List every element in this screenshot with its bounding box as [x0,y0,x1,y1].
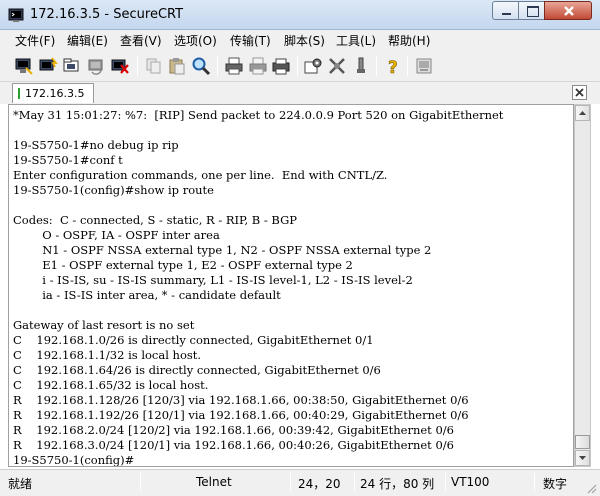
terminal-line: R 192.168.3.0/24 [120/1] via 192.168.1.6… [13,438,454,452]
find-icon[interactable] [191,56,211,76]
status-divider [140,473,141,491]
maximize-button[interactable] [518,1,545,20]
reconnect-icon[interactable] [86,56,106,76]
paste-icon[interactable] [167,56,187,76]
terminal-line: 19-S5750-1(config)#show ip route [13,183,214,197]
toolbar-separator [376,56,377,76]
terminal-line: R 192.168.2.0/24 [120/2] via 192.168.1.6… [13,423,454,437]
terminal-line: N1 - OSPF NSSA external type 1, N2 - OSP… [13,243,432,257]
terminal-line: ia - IS-IS inter area, * - candidate def… [13,288,281,302]
window-title: 172.16.3.5 - SecureCRT [30,7,184,22]
sftp-icon[interactable] [414,56,434,76]
status-divider [354,473,355,491]
session-status-indicator [18,88,20,99]
status-protocol: Telnet [196,475,232,489]
status-divider [290,473,291,491]
close-tab-button[interactable] [572,85,587,100]
status-divider [534,473,535,491]
terminal-line: R 192.168.1.128/26 [120/3] via 192.168.1… [13,393,469,407]
toolbar-separator [137,56,138,76]
connect-tab-icon[interactable] [62,56,82,76]
global-options-icon[interactable] [327,56,347,76]
print-screen-icon[interactable] [271,56,291,76]
terminal-line: C 192.168.1.1/32 is local host. [13,348,202,362]
menu-help[interactable]: 帮助(H) [388,32,430,49]
arrow-down-icon [579,456,586,460]
terminal-output: *May 31 15:01:27: %7: [RIP] Send packet … [13,108,504,467]
scroll-thumb[interactable] [575,435,590,449]
print-setup-icon[interactable] [248,56,268,76]
terminal-line: C 192.168.1.65/32 is local host. [13,378,209,392]
terminal-line: E1 - OSPF external type 1, E2 - OSPF ext… [13,258,353,272]
menu-edit[interactable]: 编辑(E) [67,32,108,49]
session-tab-bar: 172.16.3.5 [0,82,600,104]
terminal-line: i - IS-IS, su - IS-IS summary, L1 - IS-I… [13,273,413,287]
title-bar: 172.16.3.5 - SecureCRT [0,0,600,30]
status-cursor-position: 24，20 [298,477,341,491]
menu-file[interactable]: 文件(F) [15,32,55,49]
terminal-line: 19-S5750-1(config)# [13,453,135,467]
terminal-screen[interactable]: *May 31 15:01:27: %7: [RIP] Send packet … [8,104,574,467]
session-options-icon[interactable] [303,56,323,76]
status-terminal-type: VT100 [451,475,490,489]
quick-connect-icon[interactable] [38,56,58,76]
terminal-line: *May 31 15:01:27: %7: [RIP] Send packet … [13,108,504,122]
vertical-scrollbar[interactable] [574,104,591,467]
toolbar-separator [407,56,408,76]
close-icon [575,88,584,97]
status-bar: 就绪 Telnet 24，20 24 行，80 列 VT100 数字 [0,469,600,496]
securecrt-app-icon [8,8,24,22]
terminal-line: C 192.168.1.64/26 is directly connected,… [13,363,381,377]
scroll-up-button[interactable] [575,105,590,121]
help-icon[interactable]: ? [383,56,403,76]
resize-grip-icon[interactable] [585,482,597,494]
terminal-line: 19-S5750-1#no debug ip rip [13,138,179,152]
terminal-line: Codes: C - connected, S - static, R - RI… [13,213,298,227]
tab-label: 172.16.3.5 [25,87,85,100]
status-num-lock: 数字 [543,477,568,491]
arrow-up-icon [579,111,586,115]
menu-view[interactable]: 查看(V) [120,32,162,49]
terminal-line: R 192.168.1.192/26 [120/1] via 192.168.1… [13,408,469,422]
minimize-button[interactable] [492,1,519,20]
status-divider [445,473,446,491]
tab-session[interactable]: 172.16.3.5 [12,83,94,103]
status-ready: 就绪 [8,477,33,491]
menu-transfer[interactable]: 传输(T) [230,32,271,49]
menu-bar: 文件(F) 编辑(E) 查看(V) 选项(O) 传输(T) 脚本(S) 工具(L… [0,30,600,50]
toolbar-separator [217,56,218,76]
terminal-line: C 192.168.1.0/26 is directly connected, … [13,333,374,347]
menu-options[interactable]: 选项(O) [174,32,217,49]
toolbar: ? [0,50,600,82]
close-button[interactable] [544,1,592,20]
connect-icon[interactable] [14,56,34,76]
terminal-line: 19-S5750-1#conf t [13,153,123,167]
status-terminal-size: 24 行，80 列 [360,477,435,491]
disconnect-icon[interactable] [110,56,130,76]
toolbar-separator [297,56,298,76]
keymap-icon[interactable] [351,56,371,76]
print-icon[interactable] [224,56,244,76]
svg-text:?: ? [388,58,398,76]
copy-icon[interactable] [144,56,164,76]
terminal-line: O - OSPF, IA - OSPF inter area [13,228,220,242]
close-icon [564,6,574,16]
menu-tools[interactable]: 工具(L) [336,32,376,49]
terminal-line: Enter configuration commands, one per li… [13,168,388,182]
scroll-down-button[interactable] [575,450,590,466]
terminal-line: Gateway of last resort is no set [13,318,195,332]
menu-script[interactable]: 脚本(S) [284,32,325,49]
